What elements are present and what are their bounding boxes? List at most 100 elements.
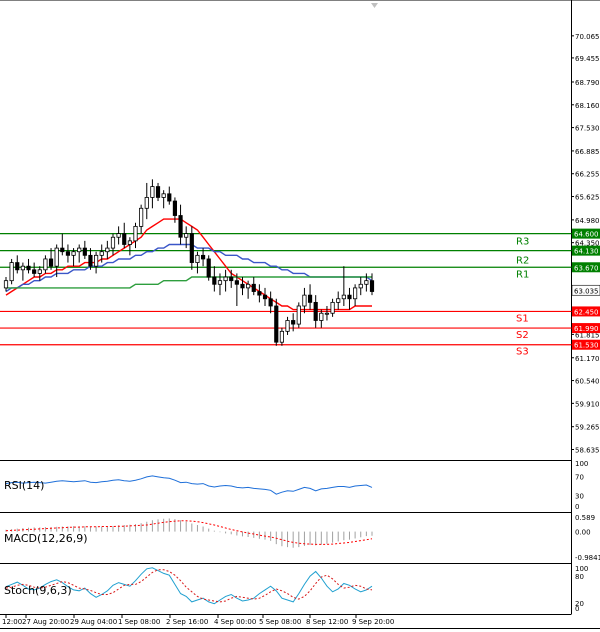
candle-body [353,287,358,300]
candle-body [217,280,223,285]
candle-body [189,233,194,263]
time-axis-label: 9 Sep 20:00 [352,618,394,626]
macd-axis-label: 0.00 [575,529,591,537]
candle-body [296,305,301,325]
candle-body [364,280,369,285]
pivot-price-tag-label: 63.670 [574,264,599,272]
candle-body [144,197,149,209]
candle-body [341,294,346,300]
macd-indicator-label: MACD(12,26,9) [4,532,88,545]
candle-body [167,193,172,202]
rsi-axis-label: 70 [575,473,584,481]
candle-body [206,258,211,278]
candle-body [200,254,206,260]
candle-body [32,269,37,274]
candle-body [246,283,251,289]
price-axis-label: 68.790 [575,79,600,87]
trading-chart: 70.065 69.455 68.790 68.160 67.530 66.885 66.2… [0,0,600,632]
pivot-level-label: R2 [516,255,529,266]
candle-body [268,298,273,307]
rsi-indicator-label: RSI(14) [4,479,44,492]
candle-body [105,247,110,253]
candle-body [60,247,65,253]
candle-body [37,269,42,274]
candle-body [155,186,161,198]
candle-body [20,265,25,271]
rsi-axis-label: 100 [575,460,588,468]
candle-body [65,251,71,256]
candle-body [369,280,375,292]
candle-body [15,262,20,271]
candle-body [139,207,144,227]
candle-body [110,236,116,249]
candle-body [26,265,31,271]
last-price-label: 63.035 [574,287,599,295]
time-axis-label: 12:00 [2,618,22,626]
pivot-price-tag-label: 64.600 [574,231,599,239]
candle-body [116,233,121,238]
candle-body [212,276,217,285]
price-axis-label: 64.980 [575,217,600,225]
candle-body [88,254,93,267]
candle-body [347,294,352,300]
candle-body [195,254,200,263]
pivot-level-label: S1 [516,313,529,324]
price-axis-label: 65.625 [575,194,600,202]
price-axis-label: 66.885 [575,148,600,156]
macd-axis-label: 0.589 [575,514,595,522]
candle-body [324,312,330,315]
candle-body [3,280,9,289]
candle-body [291,320,296,325]
pivot-price-tag-label: 61.530 [574,342,599,350]
candle-body [122,233,127,245]
candle-body [133,225,138,242]
time-axis-label: 27 Aug 20:00 [22,618,69,626]
candle-body [48,258,54,267]
price-axis-label: 69.455 [575,55,600,63]
candle-body [94,254,99,267]
time-axis-label: 8 Sep 12:00 [306,618,348,626]
candle-body [71,251,76,256]
candle-body [240,283,245,289]
candle-body [358,283,363,289]
price-axis-label: 59.910 [575,400,600,408]
candle-body [330,301,335,314]
candle-body [161,193,166,198]
candle-body [274,305,279,343]
stoch-axis-label: 0 [575,605,579,613]
candle-body [223,276,228,282]
pivot-level-label: R1 [516,269,529,280]
candle-body [302,294,307,307]
pivot-price-tag-label: 64.130 [574,248,599,256]
candle-body [77,247,82,253]
pivot-level-label: S2 [516,330,529,341]
time-axis-label: 5 Sep 08:00 [259,618,301,626]
candle-body [229,276,234,282]
price-axis-label: 60.540 [575,378,600,386]
candle-body [172,200,178,216]
candle-body [285,320,290,332]
candle-body [54,247,59,267]
stoch-axis-label: 80 [575,573,584,581]
candle-body [279,330,284,343]
pivot-price-tag-label: 62.450 [574,308,599,316]
price-axis-label: 66.255 [575,171,600,179]
candle-body [178,215,183,238]
price-axis-label: 58.635 [575,446,600,454]
pivot-level-label: S3 [516,347,529,358]
time-axis-label: 4 Sep 00:00 [214,618,256,626]
candle-body [319,312,324,321]
candle-body [150,186,155,198]
stoch-indicator-label: Stoch(9,6,3) [4,584,72,597]
candle-body [184,233,189,238]
pivot-level-label: R3 [516,237,529,248]
price-axis-label: 70.065 [575,33,600,41]
candle-body [336,298,341,303]
candle-body [9,262,14,282]
time-axis-label: 2 Sep 16:00 [166,618,208,626]
pivot-price-tag-label: 61.990 [574,325,599,333]
candle-body [82,247,87,256]
candle-body [43,258,48,271]
candle-body [251,283,256,292]
candle-body [234,280,239,285]
